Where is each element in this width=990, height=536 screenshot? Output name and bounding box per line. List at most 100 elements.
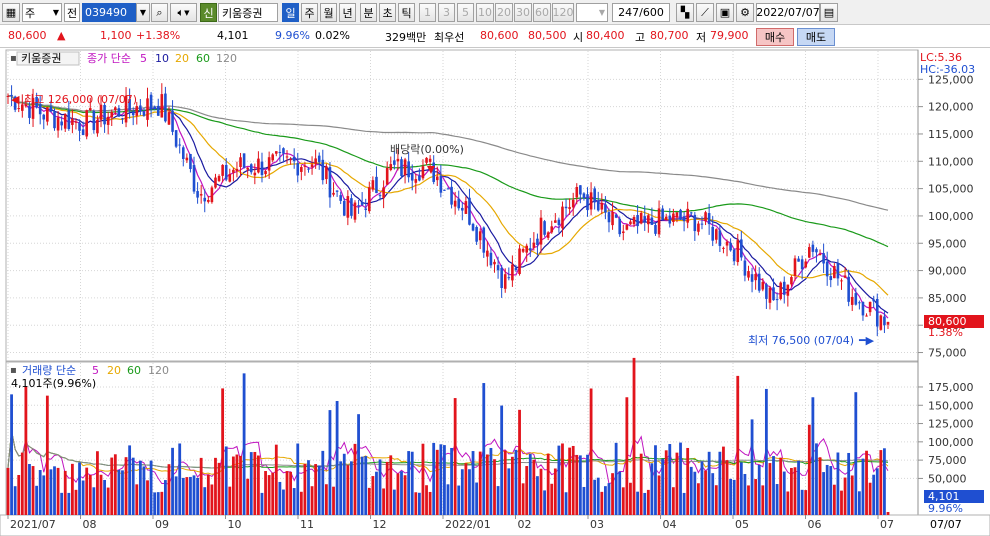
- tab-second[interactable]: 초: [379, 3, 396, 22]
- open-label: 시: [573, 31, 584, 44]
- candle-body: [403, 159, 407, 176]
- volume-bar: [468, 469, 471, 515]
- volume-bar: [478, 451, 482, 515]
- panel-menu-icon[interactable]: ▪: [10, 365, 17, 376]
- volume-bar: [264, 471, 267, 515]
- tab-year[interactable]: 년: [339, 3, 356, 22]
- volume-bar: [185, 477, 189, 515]
- legend-vol-ma120[interactable]: 120: [148, 364, 169, 377]
- candle-body: [736, 240, 740, 263]
- legend-vol-ma5[interactable]: 5: [92, 364, 99, 377]
- interval-120-button[interactable]: 120: [552, 3, 574, 22]
- candle-body: [185, 157, 189, 161]
- stock-code-dropdown[interactable]: ▼: [136, 3, 150, 22]
- legend-ma10[interactable]: 10: [155, 52, 169, 65]
- interval-60-button[interactable]: 60: [533, 3, 551, 22]
- volume-bar: [350, 461, 353, 515]
- volume-bar: [17, 474, 21, 515]
- date-field[interactable]: 2022/07/07: [756, 3, 820, 22]
- candle-body: [310, 164, 314, 168]
- legend-vol-ma60[interactable]: 60: [127, 364, 141, 377]
- sell-button[interactable]: 매도: [797, 28, 835, 46]
- price-legend-title[interactable]: 종가 단순: [87, 52, 131, 65]
- stock-chart[interactable]: 75,00080,00085,00090,00095,000100,000105…: [0, 49, 990, 536]
- volume-bar: [375, 471, 378, 515]
- chevron-down-icon: ▼: [52, 8, 59, 17]
- candle-body: [249, 164, 253, 173]
- volume-bar: [718, 451, 722, 515]
- volume-bar: [271, 472, 275, 515]
- price-change-pct: +1.38%: [136, 29, 181, 42]
- buy-button[interactable]: 매수: [756, 28, 794, 46]
- line-tool-icon[interactable]: ⟋: [696, 3, 714, 22]
- volume-bar: [67, 492, 71, 515]
- tab-minute[interactable]: 분: [360, 3, 377, 22]
- volume-bar: [267, 475, 271, 515]
- legend-ma120[interactable]: 120: [216, 52, 237, 65]
- candle-body: [682, 216, 686, 222]
- volume-legend-title[interactable]: 거래량 단순: [22, 364, 76, 377]
- legend-ma60[interactable]: 60: [196, 52, 210, 65]
- candle-body: [639, 212, 643, 224]
- candle-body: [811, 244, 815, 252]
- legend-ma20[interactable]: 20: [175, 52, 189, 65]
- market-select[interactable]: 주 ▼: [22, 3, 62, 22]
- candle-body: [192, 165, 196, 192]
- x-tick-label: 2022/01: [445, 518, 491, 531]
- volume-bar: [364, 456, 368, 515]
- chevron-down-icon: ▼: [598, 8, 605, 17]
- volume-bar: [450, 447, 453, 515]
- interval-3-button[interactable]: 3: [438, 3, 455, 22]
- data-count-field[interactable]: 247/600: [612, 3, 670, 22]
- candle-body: [378, 195, 382, 197]
- gear-icon[interactable]: ⚙: [736, 3, 754, 22]
- candle-body: [858, 302, 861, 304]
- candle-body: [511, 264, 514, 281]
- volume-bar: [754, 479, 758, 515]
- interval-20-button[interactable]: 20: [495, 3, 513, 22]
- speaker-icon[interactable]: 🔈︎ ▼: [170, 3, 197, 22]
- volume-bar: [786, 491, 790, 515]
- interval-dropdown[interactable]: ▼: [576, 3, 608, 22]
- volume-bar: [614, 442, 618, 515]
- volume-bar: [81, 480, 85, 515]
- tab-tick[interactable]: 틱: [398, 3, 415, 22]
- volume-bar: [106, 487, 110, 515]
- low-arrow-icon: ━▶: [858, 334, 875, 347]
- volume-bar: [704, 470, 707, 515]
- x-tick-label: 05: [735, 518, 749, 531]
- period-type-button[interactable]: 전: [64, 3, 80, 22]
- interval-5-button[interactable]: 5: [457, 3, 474, 22]
- interval-10-button[interactable]: 10: [476, 3, 494, 22]
- save-icon[interactable]: ▣: [716, 3, 734, 22]
- tab-month[interactable]: 월: [320, 3, 337, 22]
- candle-body: [621, 231, 625, 234]
- candle-body: [342, 200, 346, 216]
- tab-label: 초: [382, 6, 393, 20]
- legend-ma5[interactable]: 5: [140, 52, 147, 65]
- interval-1-button[interactable]: 1: [419, 3, 436, 22]
- interval-30-button[interactable]: 30: [514, 3, 532, 22]
- current-price-pct: 1.38%: [928, 326, 963, 339]
- candle-body: [503, 274, 507, 289]
- candle-body: [550, 226, 554, 233]
- dividend-annotation: 배당락(0.00%): [390, 143, 464, 156]
- candle-body: [543, 221, 546, 235]
- candle-body: [325, 166, 328, 180]
- panel-menu-icon[interactable]: ▪: [10, 53, 17, 64]
- calendar-icon[interactable]: ▤: [820, 3, 838, 22]
- tab-day[interactable]: 일: [282, 3, 299, 22]
- candle-body: [707, 213, 711, 225]
- candle-body: [282, 148, 285, 154]
- volume-bar: [843, 477, 847, 515]
- tab-week[interactable]: 주: [301, 3, 318, 22]
- grid-icon[interactable]: ▦: [2, 3, 20, 22]
- stock-code-input[interactable]: 039490: [82, 3, 136, 22]
- legend-vol-ma20[interactable]: 20: [107, 364, 121, 377]
- volume-bar: [847, 452, 851, 515]
- volume-bar: [382, 488, 386, 515]
- search-icon[interactable]: ⌕: [151, 3, 168, 22]
- period-type-label: 전: [66, 6, 78, 20]
- indicator-icon[interactable]: ▚: [676, 3, 694, 22]
- candle-body: [278, 151, 282, 153]
